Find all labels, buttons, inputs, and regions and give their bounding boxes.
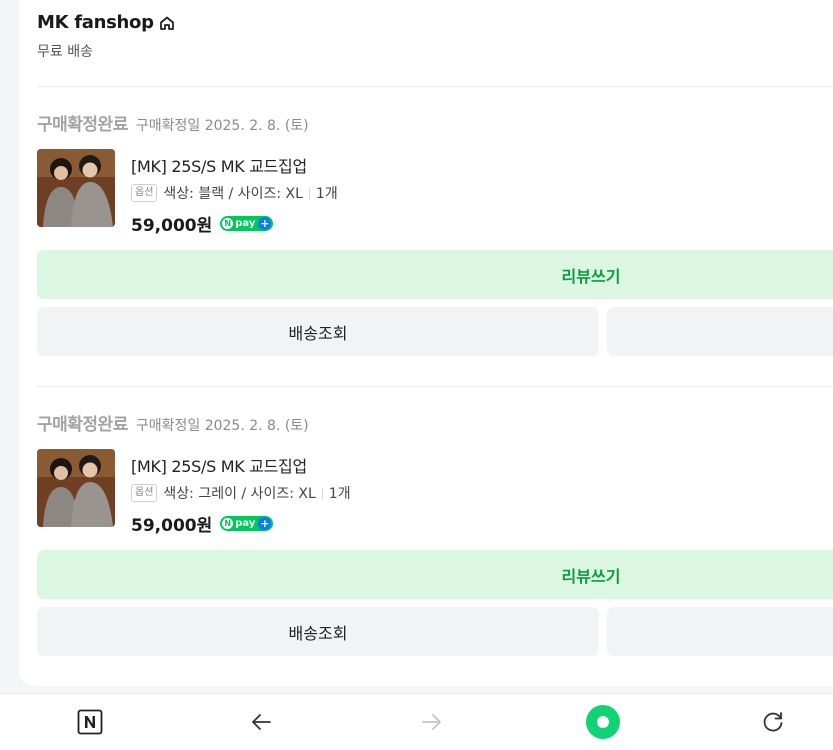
write-review-label: 리뷰쓰기 — [561, 566, 621, 586]
track-shipping-button[interactable]: 배송조회 — [37, 307, 599, 356]
status-row: 구매확정완료 구매확정일 2025. 2. 8. (토) — [37, 110, 833, 135]
secondary-action-button[interactable] — [607, 607, 833, 656]
product-info: [MK] 25S/S MK 교드집업 옵션 색상: 그레이 / 사이즈: XL … — [131, 449, 351, 536]
back-arrow-icon — [252, 714, 271, 730]
npay-n-icon: N — [222, 518, 234, 529]
order-card: MK fanshop 무료 배송 구매확정완료 구매확정일 2025. 2. 8… — [19, 0, 833, 686]
shop-name[interactable]: MK fanshop — [37, 12, 154, 33]
price-row: 59,000원 N pay + — [131, 511, 351, 536]
write-review-button[interactable]: 리뷰쓰기 — [37, 250, 833, 299]
refresh-icon — [763, 712, 783, 732]
bottom-nav-bar — [0, 693, 833, 750]
option-row: 옵션 색상: 블랙 / 사이즈: XL 1개 — [131, 183, 338, 203]
green-dot-button[interactable] — [585, 704, 621, 740]
quantity: 1개 — [328, 486, 351, 502]
green-dot-icon — [586, 705, 620, 739]
product-row[interactable]: [MK] 25S/S MK 교드집업 옵션 색상: 블랙 / 사이즈: XL 1… — [37, 149, 833, 236]
back-button[interactable] — [246, 707, 276, 737]
order-status: 구매확정완료 — [37, 415, 128, 435]
product-thumbnail[interactable] — [37, 149, 115, 227]
naver-home-button[interactable] — [75, 707, 105, 737]
option-badge: 옵션 — [131, 484, 158, 502]
forward-arrow-icon — [422, 714, 441, 730]
refresh-button[interactable] — [758, 707, 788, 737]
secondary-action-button[interactable] — [607, 307, 833, 356]
product-row[interactable]: [MK] 25S/S MK 교드집업 옵션 색상: 그레이 / 사이즈: XL … — [37, 449, 833, 536]
option-text: 색상: 그레이 / 사이즈: XL — [163, 486, 316, 502]
product-info: [MK] 25S/S MK 교드집업 옵션 색상: 블랙 / 사이즈: XL 1… — [131, 149, 338, 236]
price: 59,000원 — [131, 216, 213, 236]
confirm-date: 구매확정일 2025. 2. 8. (토) — [135, 418, 309, 434]
separator — [321, 487, 323, 499]
npay-label: pay — [235, 218, 256, 229]
write-review-label: 리뷰쓰기 — [561, 266, 621, 286]
order-status: 구매확정완료 — [37, 115, 128, 135]
track-shipping-label: 배송조회 — [288, 323, 348, 343]
plus-icon: + — [258, 217, 272, 230]
quantity: 1개 — [315, 186, 338, 202]
shipping-info: 무료 배송 — [37, 44, 93, 60]
option-row: 옵션 색상: 그레이 / 사이즈: XL 1개 — [131, 483, 351, 503]
plus-icon: + — [258, 517, 272, 530]
status-row: 구매확정완료 구매확정일 2025. 2. 8. (토) — [37, 410, 833, 435]
price: 59,000원 — [131, 516, 213, 536]
naver-n-icon — [77, 709, 103, 735]
track-shipping-button[interactable]: 배송조회 — [37, 607, 599, 656]
shop-header: MK fanshop 무료 배송 — [37, 12, 176, 61]
npay-label: pay — [235, 518, 256, 529]
write-review-button[interactable]: 리뷰쓰기 — [37, 550, 833, 599]
product-thumbnail[interactable] — [37, 449, 115, 527]
product-name[interactable]: [MK] 25S/S MK 교드집업 — [131, 153, 338, 177]
shop-name-row[interactable]: MK fanshop — [37, 12, 176, 33]
npay-plus-badge: N pay + — [220, 216, 274, 231]
npay-plus-badge: N pay + — [220, 516, 274, 531]
confirm-date: 구매확정일 2025. 2. 8. (토) — [135, 118, 309, 134]
product-name[interactable]: [MK] 25S/S MK 교드집업 — [131, 453, 351, 477]
separator — [308, 187, 310, 199]
order-item: 구매확정완료 구매확정일 2025. 2. 8. (토) [MK] 25S/S … — [37, 110, 833, 356]
divider — [37, 86, 833, 87]
order-item: 구매확정완료 구매확정일 2025. 2. 8. (토) [MK] 25S/S … — [37, 410, 833, 656]
npay-n-icon: N — [222, 218, 234, 229]
option-badge: 옵션 — [131, 184, 158, 202]
track-shipping-label: 배송조회 — [288, 623, 348, 643]
divider — [37, 386, 833, 387]
price-row: 59,000원 N pay + — [131, 211, 338, 236]
option-text: 색상: 블랙 / 사이즈: XL — [163, 186, 303, 202]
forward-button[interactable] — [417, 707, 447, 737]
home-icon[interactable] — [158, 14, 176, 32]
